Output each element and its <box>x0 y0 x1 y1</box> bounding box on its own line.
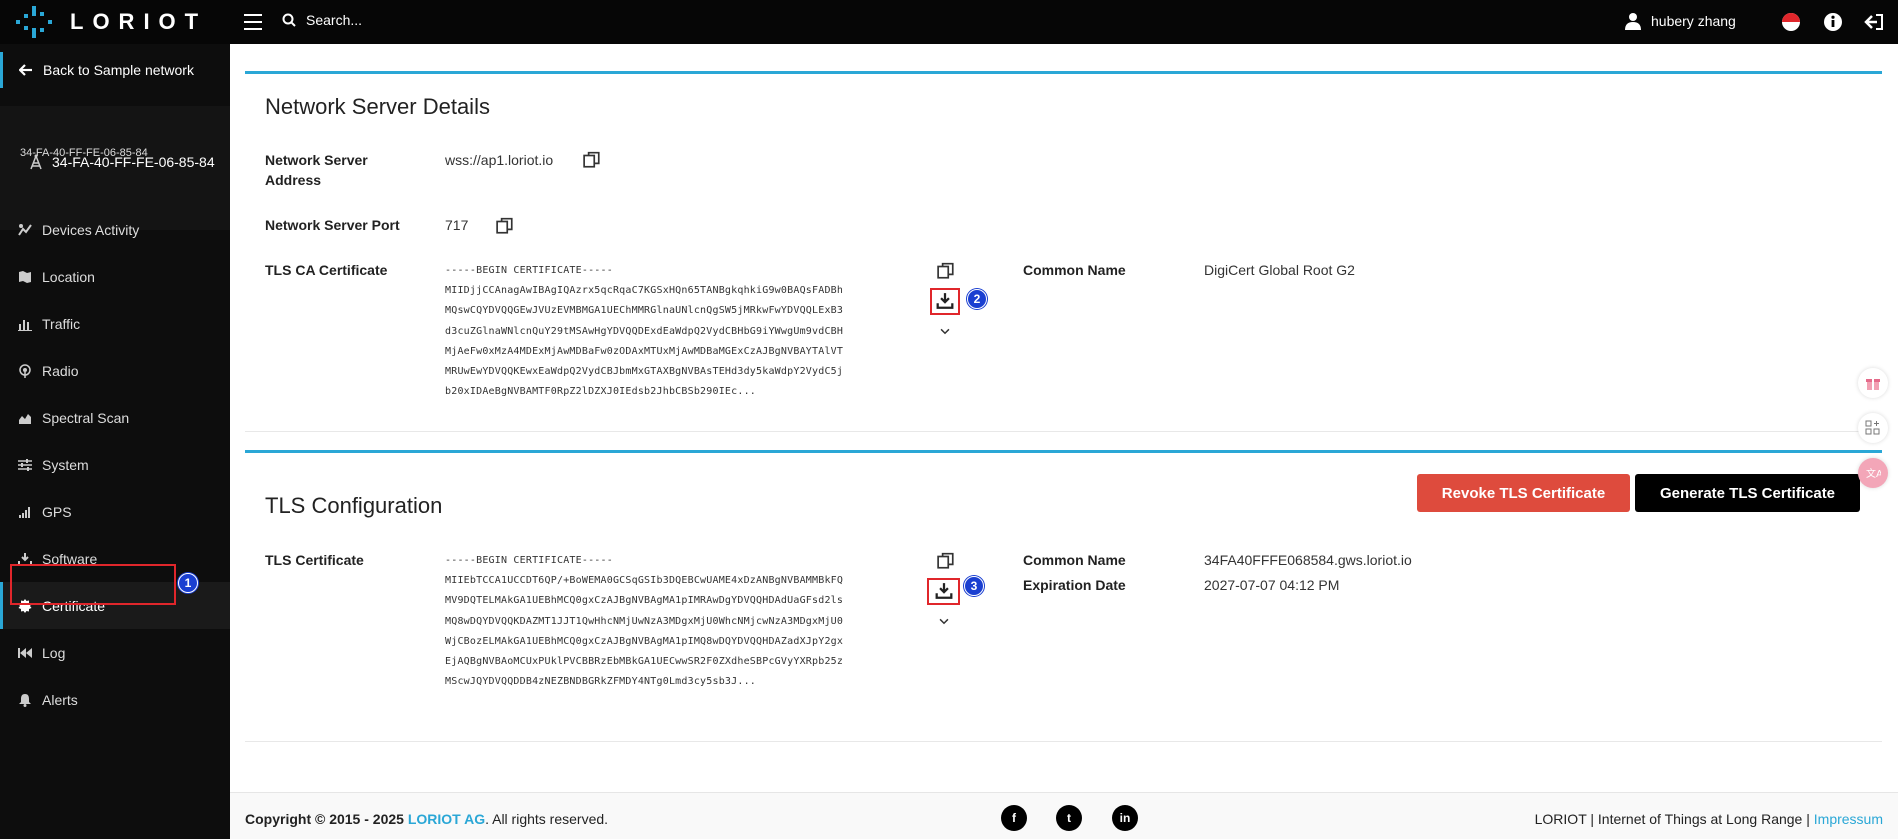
tls-certificate: -----BEGIN CERTIFICATE----- MIIEbTCCA1UC… <box>445 555 844 688</box>
ca-common-name-value: DigiCert Global Root G2 <box>1204 262 1355 278</box>
gateway-subtitle: 34-FA-40-FF-FE-06-85-84 <box>20 147 148 159</box>
copy-address-icon[interactable] <box>583 151 601 169</box>
section-divider-2 <box>245 741 1882 742</box>
user-icon <box>1625 13 1641 30</box>
back-link-label: Back to Sample network <box>43 62 194 78</box>
logout-icon[interactable] <box>1864 12 1884 32</box>
apps-grid-icon <box>1865 420 1880 435</box>
step-badge-3: 3 <box>964 576 984 596</box>
logo-mark-icon <box>16 6 60 38</box>
ca-common-name-label: Common Name <box>1023 262 1126 278</box>
expiration-date-value: 2027-07-07 04:12 PM <box>1204 577 1340 593</box>
step-badge-1: 1 <box>178 573 198 593</box>
ns-address-value: wss://ap1.loriot.io <box>445 152 554 168</box>
impressum-link[interactable]: Impressum <box>1814 811 1883 827</box>
step-badge-2: 2 <box>967 289 987 309</box>
ns-port-value: 717 <box>445 217 469 233</box>
logo-text: LORIOT <box>70 9 208 34</box>
user-menu[interactable]: hubery zhang <box>1625 12 1736 30</box>
gift-widget[interactable] <box>1858 368 1888 398</box>
sidebar-item-system[interactable]: System <box>0 441 230 488</box>
top-bar: LORIOT hubery zhang <box>0 0 1898 44</box>
sidebar-item-gps[interactable]: GPS <box>0 488 230 535</box>
sidebar-item-alerts[interactable]: Alerts <box>0 676 230 723</box>
translate-icon: 文A <box>1866 467 1881 480</box>
copy-ca-cert-icon[interactable] <box>937 262 955 280</box>
network-server-section <box>245 71 1882 74</box>
tls-common-name-value: 34FA40FFFE068584.gws.loriot.io <box>1204 552 1412 568</box>
gift-icon <box>1866 379 1880 390</box>
facebook-icon[interactable]: f <box>1001 805 1027 831</box>
tls-common-name-label: Common Name <box>1023 552 1126 568</box>
expand-ca-chevron-icon[interactable] <box>936 322 954 340</box>
copy-port-icon[interactable] <box>496 217 514 235</box>
network-server-title: Network Server Details <box>265 94 490 119</box>
signal-icon <box>19 506 30 518</box>
revoke-tls-certificate-button[interactable]: Revoke TLS Certificate <box>1417 474 1630 512</box>
tls-configuration-title: TLS Configuration <box>265 493 443 518</box>
tls-configuration-section <box>245 450 1882 453</box>
sidebar-item-radio[interactable]: Radio <box>0 347 230 394</box>
footer: Copyright © 2015 - 2025 LORIOT AG. All r… <box>230 792 1898 839</box>
expand-tls-chevron-icon[interactable] <box>935 612 953 630</box>
tls-ca-label: TLS CA Certificate <box>265 262 388 278</box>
sidebar-item-devices-activity[interactable]: Devices Activity <box>0 206 230 253</box>
tls-ca-certificate: -----BEGIN CERTIFICATE----- MIIDjjCCAnag… <box>445 265 844 398</box>
tls-cert-label: TLS Certificate <box>265 552 364 568</box>
sidebar-item-traffic[interactable]: Traffic <box>0 300 230 347</box>
area-chart-icon <box>19 413 31 424</box>
download-tls-cert-icon[interactable] <box>935 582 953 600</box>
sidebar-item-location[interactable]: Location <box>0 253 230 300</box>
twitter-icon[interactable]: t <box>1056 805 1082 831</box>
search-input[interactable] <box>306 12 606 28</box>
bar-chart-icon <box>18 319 32 331</box>
info-icon[interactable] <box>1823 12 1843 32</box>
bell-icon <box>19 693 31 707</box>
sidebar-item-log[interactable]: Log <box>0 629 230 676</box>
copyright-text: Copyright © 2015 - 2025 LORIOT AG. All r… <box>245 811 609 827</box>
sidebar-nav: Devices Activity Location Traffic Radio … <box>0 206 230 723</box>
map-icon <box>19 270 31 283</box>
sidebar: Back to Sample network 34-FA-40-FF-FE-06… <box>0 44 230 839</box>
expiration-date-label: Expiration Date <box>1023 577 1126 593</box>
ns-port-label: Network Server Port <box>265 217 400 233</box>
devices-activity-icon <box>18 223 32 236</box>
menu-toggle-icon[interactable] <box>244 14 262 30</box>
user-name: hubery zhang <box>1651 13 1736 29</box>
footer-right: LORIOT | Internet of Things at Long Rang… <box>1534 811 1883 827</box>
download-ca-cert-icon[interactable] <box>936 292 954 310</box>
main-content: Network Server Details Network Server Ad… <box>230 44 1898 839</box>
copy-tls-cert-icon[interactable] <box>937 552 955 570</box>
apps-widget[interactable] <box>1858 413 1888 443</box>
loriot-logo[interactable]: LORIOT <box>16 6 207 38</box>
search-icon <box>282 13 296 27</box>
certificate-highlight-box <box>10 564 176 605</box>
linkedin-icon[interactable]: in <box>1112 805 1138 831</box>
generate-tls-certificate-button[interactable]: Generate TLS Certificate <box>1635 474 1860 512</box>
loriot-ag-link[interactable]: LORIOT AG <box>408 811 485 827</box>
search-box[interactable] <box>282 12 606 28</box>
language-flag-icon[interactable] <box>1781 12 1801 32</box>
sliders-icon <box>18 458 32 471</box>
ns-address-label: Network Server Address <box>265 152 368 188</box>
svg-text:文A: 文A <box>1866 467 1881 480</box>
radio-icon <box>19 363 31 378</box>
section-divider <box>245 431 1882 432</box>
back-to-network-link[interactable]: Back to Sample network <box>0 52 230 88</box>
rewind-icon <box>18 647 32 658</box>
arrow-left-icon <box>19 64 32 76</box>
translate-widget[interactable]: 文A <box>1858 458 1888 488</box>
sidebar-item-spectral-scan[interactable]: Spectral Scan <box>0 394 230 441</box>
